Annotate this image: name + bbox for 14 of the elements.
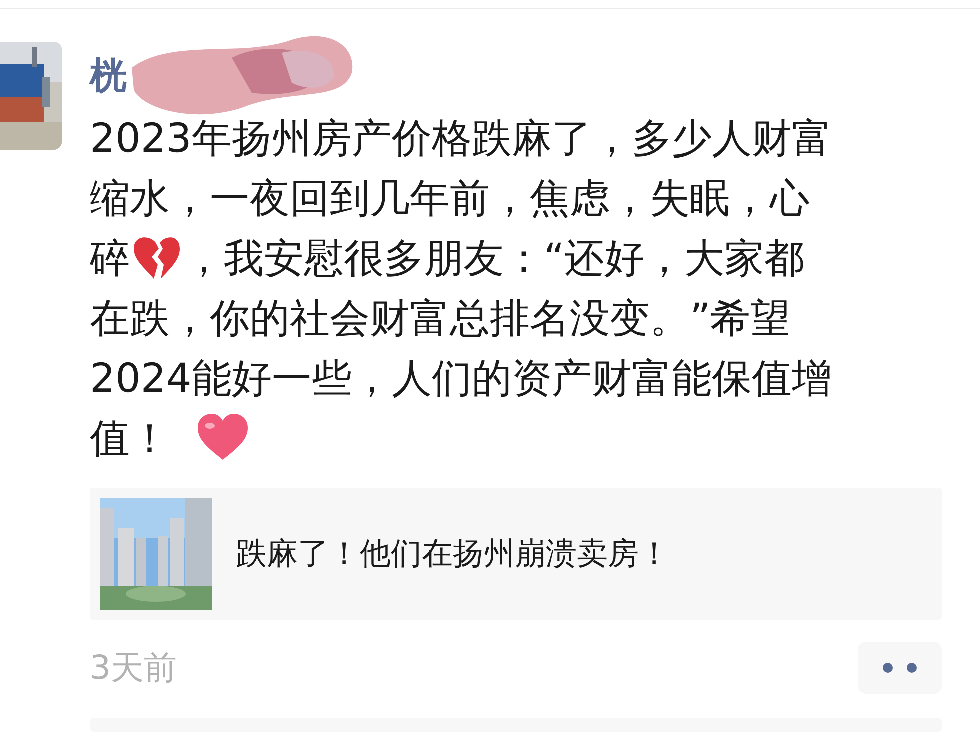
post-time: 3天前 (90, 646, 177, 688)
more-icon (882, 662, 918, 674)
post-text: 在跌，你的社会财富总排名没变。”希望 (90, 294, 791, 344)
post-text: 2024能好一些，人们的资产财富能保值增 (90, 354, 832, 404)
broken-heart-icon (132, 235, 182, 281)
post-text: 2023年扬州房产价格跌麻了，多少人财富 (90, 114, 832, 164)
more-button[interactable] (858, 642, 942, 694)
post-text: 碎 (90, 234, 130, 284)
heart-icon (196, 414, 250, 462)
post-text: ，我安慰很多朋友：“还好，大家都 (184, 234, 805, 284)
post-text: 值！ (90, 414, 170, 464)
link-title[interactable]: 跌麻了！他们在扬州崩溃卖房！ (236, 533, 670, 575)
author-name[interactable]: 桄 (90, 48, 127, 104)
post-text: 缩水，一夜回到几年前，焦虑，失眠，心 (90, 174, 810, 224)
